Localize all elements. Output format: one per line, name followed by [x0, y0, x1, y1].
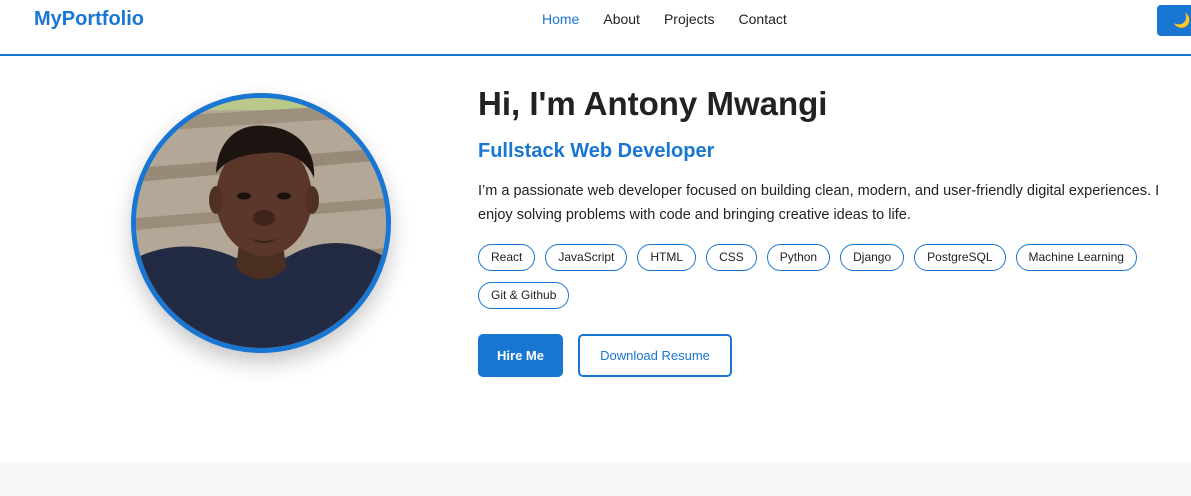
skill-tag: Git & Github — [478, 282, 570, 309]
nav-link-contact[interactable]: Contact — [739, 11, 787, 27]
nav-links: Home About Projects Contact — [542, 11, 811, 27]
skill-tag: React — [478, 244, 536, 271]
skills-list: React JavaScript HTML CSS Python Django … — [478, 244, 1168, 320]
nav-link-projects[interactable]: Projects — [664, 11, 715, 27]
hire-me-button[interactable]: Hire Me — [478, 334, 563, 377]
next-section — [0, 462, 1191, 496]
skill-tag: Django — [840, 244, 905, 271]
brand-logo[interactable]: MyPortfolio — [34, 8, 144, 31]
hero-subtitle: Fullstack Web Developer — [478, 140, 715, 162]
skill-tag: HTML — [637, 244, 697, 271]
hero-actions: Hire Me Download Resume — [478, 334, 1168, 377]
hero-bio: I’m a passionate web developer focused o… — [478, 183, 1160, 223]
profile-photo — [131, 93, 391, 353]
moon-icon: 🌙 — [1173, 12, 1191, 28]
skill-tag: Machine Learning — [1015, 244, 1137, 271]
hero-title: Hi, I'm Antony Mwangi — [478, 85, 828, 122]
skill-tag: PostgreSQL — [914, 244, 1006, 271]
hero-section: Hi, I'm Antony Mwangi Fullstack Web Deve… — [478, 84, 1168, 377]
nav-link-home[interactable]: Home — [542, 11, 579, 27]
skill-tag: Python — [766, 244, 831, 271]
skill-tag: CSS — [706, 244, 757, 271]
download-resume-button[interactable]: Download Resume — [578, 334, 732, 377]
nav-link-about[interactable]: About — [603, 11, 640, 27]
navbar: MyPortfolio Home About Projects Contact … — [0, 0, 1191, 56]
theme-toggle-button[interactable]: 🌙 — [1157, 5, 1191, 36]
skill-tag: JavaScript — [545, 244, 628, 271]
profile-photo-image — [136, 98, 386, 348]
